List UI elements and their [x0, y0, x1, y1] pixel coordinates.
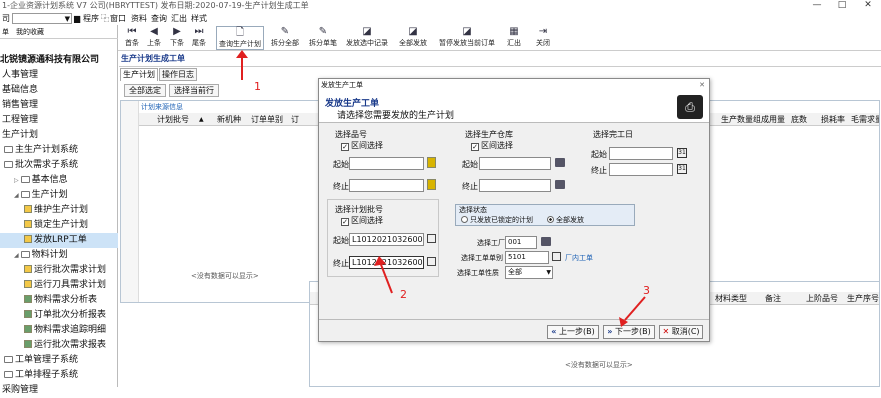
annotation-layer: [236, 50, 646, 327]
annotation-arrow-2: [379, 261, 393, 294]
annotation-arrow-3: [624, 296, 646, 321]
annotation-arrowhead-1: [236, 50, 248, 58]
annotation-label-2: 2: [400, 288, 407, 301]
annotation-label-1: 1: [254, 80, 261, 93]
annotation-label-3: 3: [643, 284, 650, 297]
annotation-arrowhead-2: [374, 256, 386, 266]
